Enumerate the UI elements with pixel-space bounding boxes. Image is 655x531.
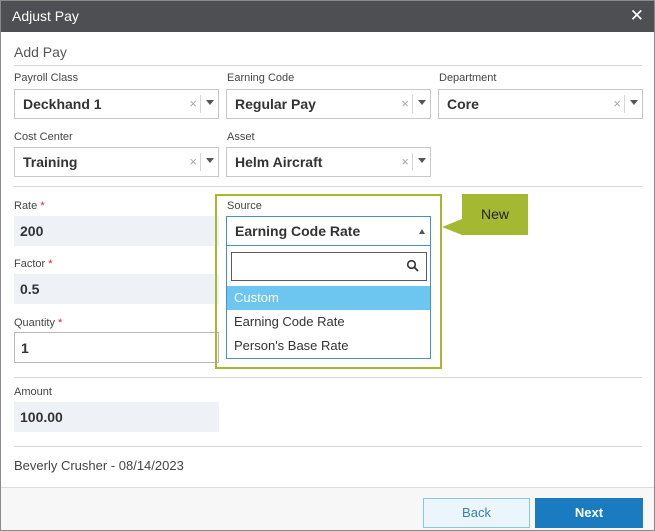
rate-label: Rate * [14, 200, 45, 212]
select-separator [200, 153, 201, 171]
rate-value: 200 [20, 223, 44, 239]
required-marker: * [48, 258, 53, 270]
close-icon[interactable]: ✕ [630, 6, 644, 26]
amount-label: Amount [14, 386, 52, 398]
payroll-class-value: Deckhand 1 [23, 96, 102, 112]
cost-center-value: Training [23, 154, 78, 170]
required-marker: * [40, 200, 45, 212]
factor-value: 0.5 [20, 281, 40, 297]
source-value: Earning Code Rate [235, 223, 361, 239]
divider [14, 65, 642, 66]
department-label: Department [439, 72, 497, 84]
select-separator [200, 95, 201, 113]
audit-text: Beverly Crusher - 08/14/2023 [14, 458, 184, 473]
factor-label-text: Factor [14, 258, 46, 270]
chevron-down-icon[interactable] [418, 100, 426, 105]
quantity-label-text: Quantity [14, 317, 55, 329]
cost-center-label: Cost Center [14, 131, 73, 143]
select-separator [412, 95, 413, 113]
earning-code-value: Regular Pay [235, 96, 316, 112]
back-button[interactable]: Back [423, 498, 530, 528]
dialog-footer: Back Next [1, 487, 654, 530]
payroll-class-select[interactable]: Deckhand 1 × [14, 89, 219, 119]
quantity-value: 1 [21, 340, 29, 356]
divider [14, 377, 642, 378]
chevron-down-icon[interactable] [206, 158, 214, 163]
divider [14, 446, 642, 447]
source-label: Source [227, 200, 262, 212]
earning-code-label: Earning Code [227, 72, 295, 84]
source-option-persons-base-rate[interactable]: Person's Base Rate [227, 334, 430, 358]
chevron-down-icon[interactable] [630, 100, 638, 105]
clear-icon[interactable]: × [189, 96, 197, 111]
clear-icon[interactable]: × [189, 154, 197, 169]
select-separator [624, 95, 625, 113]
dialog-title: Adjust Pay [12, 8, 79, 24]
asset-value: Helm Aircraft [235, 154, 323, 170]
callout-arrow [442, 219, 462, 235]
quantity-input[interactable]: 1 [14, 332, 219, 363]
department-select[interactable]: Core × [438, 89, 643, 119]
adjust-pay-dialog: Adjust Pay ✕ Add Pay Payroll Class Deckh… [0, 0, 655, 531]
rate-value-field: 200 [14, 216, 219, 246]
source-option-custom[interactable]: Custom [227, 286, 430, 310]
source-select[interactable]: Earning Code Rate [226, 216, 431, 246]
dialog-titlebar: Adjust Pay ✕ [1, 1, 654, 32]
cost-center-select[interactable]: Training × [14, 147, 219, 177]
clear-icon[interactable]: × [401, 154, 409, 169]
chevron-up-icon[interactable] [419, 229, 425, 234]
new-callout: New [462, 194, 528, 235]
source-dropdown: Custom Earning Code Rate Person's Base R… [226, 245, 431, 359]
factor-label: Factor * [14, 258, 53, 270]
chevron-down-icon[interactable] [206, 100, 214, 105]
asset-select[interactable]: Helm Aircraft × [226, 147, 431, 177]
divider [14, 186, 642, 187]
clear-icon[interactable]: × [613, 96, 621, 111]
next-button[interactable]: Next [535, 498, 643, 528]
required-marker: * [58, 317, 63, 329]
amount-value-field: 100.00 [14, 402, 219, 432]
factor-value-field: 0.5 [14, 274, 219, 304]
clear-icon[interactable]: × [401, 96, 409, 111]
chevron-down-icon[interactable] [418, 158, 426, 163]
amount-value: 100.00 [20, 409, 63, 425]
quantity-label: Quantity * [14, 317, 62, 329]
select-separator [412, 153, 413, 171]
payroll-class-label: Payroll Class [14, 72, 79, 84]
department-value: Core [447, 96, 479, 112]
earning-code-select[interactable]: Regular Pay × [226, 89, 431, 119]
section-title: Add Pay [14, 44, 67, 60]
source-search-input[interactable] [231, 252, 427, 281]
rate-label-text: Rate [14, 200, 38, 212]
search-icon [406, 259, 419, 272]
asset-label: Asset [227, 131, 255, 143]
source-option-earning-code-rate[interactable]: Earning Code Rate [227, 310, 430, 334]
